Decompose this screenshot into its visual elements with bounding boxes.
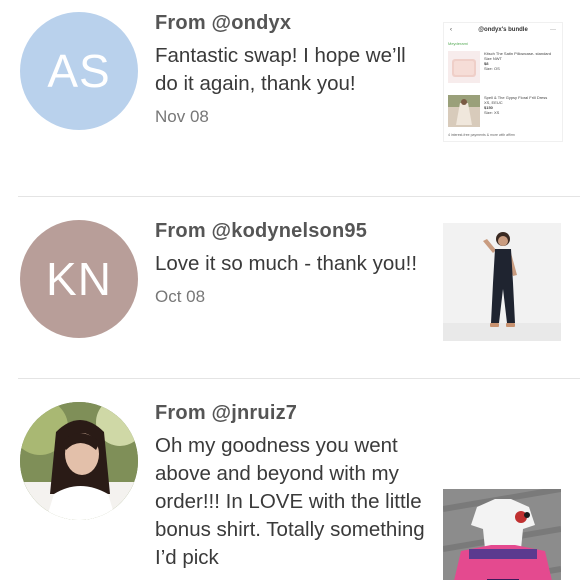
review-date: Oct 08 — [155, 287, 206, 306]
bundle-item: Spell & The Gypsy Floral Frill Dress XS,… — [448, 95, 558, 129]
dress-image — [448, 95, 480, 127]
review-date: Nov 08 — [155, 107, 209, 126]
outfit-photo — [443, 223, 561, 341]
review-body: From @ondyx Fantastic swap! I hope we’ll… — [155, 12, 425, 127]
bundle-header: ‹ @ondyx's bundle ··· — [444, 27, 562, 39]
bundle-item-size: Size: OS — [484, 66, 500, 71]
more-icon: ··· — [550, 27, 556, 33]
bundle-item-name: Kitsch The Satin Pillowcase- standard Si… — [484, 51, 552, 61]
avatar-initials: AS — [47, 45, 111, 97]
bundle-item-size: Size: XS — [484, 110, 500, 115]
review-body: From @jnruiz7 Oh my goodness you went ab… — [155, 402, 425, 572]
review-from[interactable]: From @ondyx — [155, 12, 425, 35]
avatar[interactable]: AS — [20, 12, 138, 130]
gift-photo — [443, 489, 561, 580]
avatar[interactable]: KN — [20, 220, 138, 338]
avatar[interactable] — [20, 402, 138, 520]
bundle-item-text: Kitsch The Satin Pillowcase- standard Si… — [484, 51, 554, 71]
review-from[interactable]: From @kodynelson95 — [155, 220, 425, 243]
avatar-initials: KN — [46, 253, 112, 305]
bundle-item: Kitsch The Satin Pillowcase- standard Si… — [448, 51, 558, 85]
bundle-thumbnail[interactable]: ‹ @ondyx's bundle ··· Meyderami Kitsch T… — [443, 22, 563, 142]
review-message: Fantastic swap! I hope we’ll do it again… — [155, 44, 406, 95]
bundle-footer: 4 interest-free payments & more with aff… — [448, 133, 515, 137]
bundle-user: Meyderami — [448, 41, 468, 46]
review-message: Love it so much - thank you!! — [155, 252, 418, 275]
review-card: AS From @ondyx Fantastic swap! I hope we… — [0, 0, 580, 196]
review-message: Oh my goodness you went above and beyond… — [155, 434, 425, 569]
bundle-title: @ondyx's bundle — [478, 27, 528, 33]
review-from[interactable]: From @jnruiz7 — [155, 402, 425, 425]
gift-thumbnail[interactable] — [443, 489, 561, 580]
reviews-feed: AS From @ondyx Fantastic swap! I hope we… — [0, 0, 580, 580]
review-body: From @kodynelson95 Love it so much - tha… — [155, 220, 425, 307]
bundle-item-name: Spell & The Gypsy Floral Frill Dress XS,… — [484, 95, 548, 105]
outfit-thumbnail[interactable] — [443, 223, 561, 341]
avatar-photo — [20, 402, 138, 520]
review-card: From @jnruiz7 Oh my goodness you went ab… — [0, 379, 580, 580]
review-card: KN From @kodynelson95 Love it so much - … — [0, 197, 580, 378]
pillowcase-image — [448, 51, 480, 83]
bundle-item-text: Spell & The Gypsy Floral Frill Dress XS,… — [484, 95, 554, 115]
